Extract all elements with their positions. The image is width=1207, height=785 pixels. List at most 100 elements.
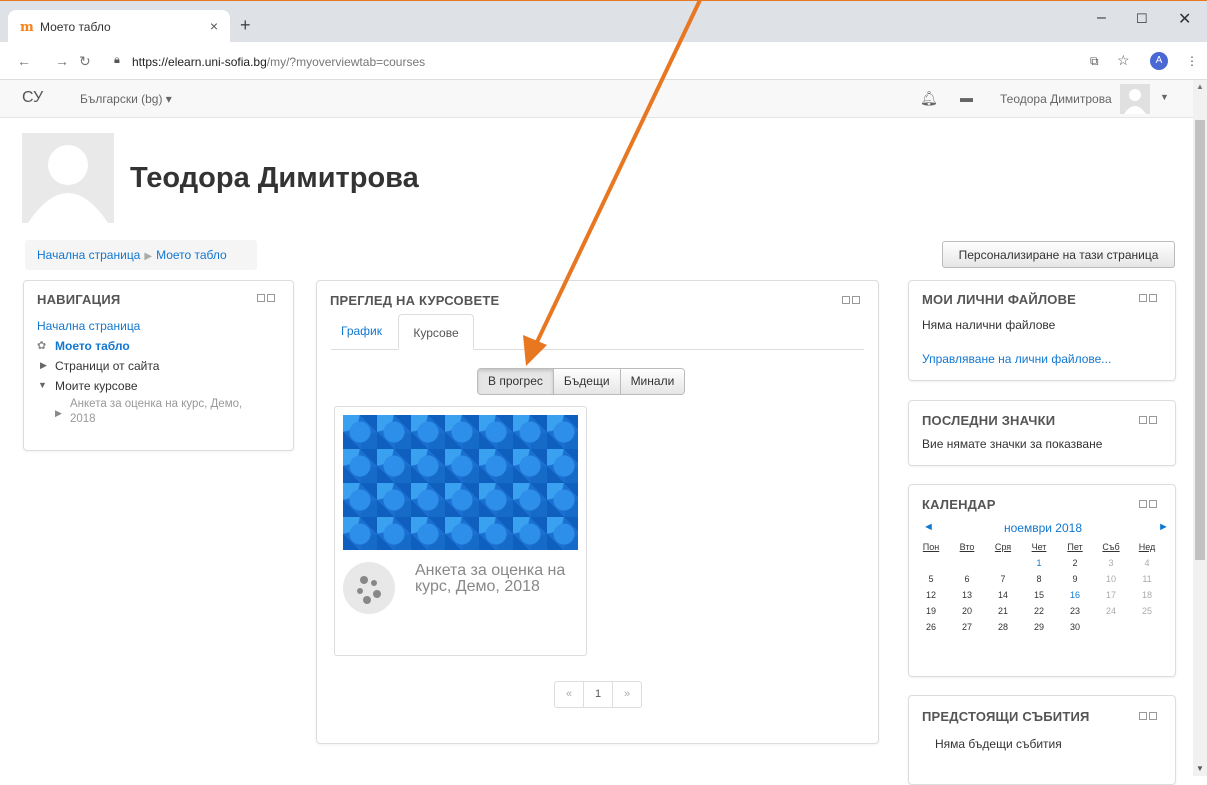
- day-cell[interactable]: 4: [1129, 555, 1165, 571]
- expand-arrow-icon[interactable]: ▶: [55, 408, 62, 419]
- scroll-down-icon[interactable]: ▼: [1196, 764, 1204, 773]
- block-controls[interactable]: [1139, 416, 1161, 426]
- dock-icon[interactable]: [852, 296, 860, 304]
- nav-course-line1[interactable]: Анкета за оценка на курс, Демо,: [70, 398, 242, 410]
- site-brand[interactable]: СУ: [22, 89, 43, 107]
- course-name[interactable]: Анкета за оценка на курс, Демо, 2018: [415, 563, 580, 595]
- calendar-month[interactable]: ноември 2018: [998, 521, 1088, 535]
- day-cell[interactable]: 23: [1057, 603, 1093, 619]
- day-cell[interactable]: 11: [1129, 571, 1165, 587]
- day-cell[interactable]: 19: [913, 603, 949, 619]
- profile-avatar[interactable]: A: [1150, 52, 1168, 70]
- filter-past[interactable]: Минали: [620, 369, 685, 394]
- nav-site-pages[interactable]: Страници от сайта: [55, 359, 159, 373]
- block-controls[interactable]: [1139, 500, 1161, 510]
- nav-my-courses[interactable]: Моите курсове: [55, 379, 138, 393]
- customize-page-button[interactable]: Персонализиране на тази страница: [942, 241, 1175, 268]
- collapse-icon[interactable]: [257, 294, 265, 302]
- collapse-icon[interactable]: [1139, 712, 1147, 720]
- language-menu[interactable]: Български (bg) ▾: [80, 92, 172, 106]
- day-cell[interactable]: 28: [985, 619, 1021, 635]
- day-cell[interactable]: 21: [985, 603, 1021, 619]
- menu-dots-icon[interactable]: ⋮: [1186, 54, 1198, 68]
- day-cell[interactable]: 5: [913, 571, 949, 587]
- day-cell-today[interactable]: 16: [1057, 587, 1093, 603]
- messages-icon[interactable]: ▬: [960, 90, 973, 105]
- tab-close-icon[interactable]: ×: [210, 18, 218, 34]
- user-menu-caret-icon[interactable]: ▼: [1160, 92, 1169, 102]
- filter-in-progress[interactable]: В прогрес: [478, 369, 554, 394]
- day-cell[interactable]: 20: [949, 603, 985, 619]
- pager-next[interactable]: »: [613, 682, 641, 707]
- minimize-button[interactable]: –: [1097, 9, 1106, 27]
- scroll-up-icon[interactable]: ▲: [1196, 82, 1204, 91]
- collapse-icon[interactable]: [1139, 500, 1147, 508]
- dock-icon[interactable]: [1149, 712, 1157, 720]
- day-cell[interactable]: 12: [913, 587, 949, 603]
- nav-dashboard-link[interactable]: Моето табло: [55, 339, 130, 353]
- expand-arrow-icon[interactable]: ▶: [40, 360, 47, 371]
- day-cell[interactable]: 17: [1093, 587, 1129, 603]
- day-cell[interactable]: 27: [949, 619, 985, 635]
- day-cell[interactable]: 24: [1093, 603, 1129, 619]
- collapse-arrow-icon[interactable]: ▼: [38, 380, 47, 390]
- browser-tab[interactable]: m Моето табло ×: [8, 10, 230, 43]
- course-image[interactable]: [343, 415, 578, 550]
- nav-home-link[interactable]: Начална страница: [37, 319, 140, 333]
- calendar-next-icon[interactable]: ►: [1158, 521, 1169, 533]
- user-menu-name[interactable]: Теодора Димитрова: [1000, 92, 1112, 106]
- calendar-prev-icon[interactable]: ◄: [923, 521, 934, 533]
- pager-page-1[interactable]: 1: [584, 682, 613, 707]
- dock-icon[interactable]: [1149, 416, 1157, 424]
- day-cell[interactable]: 10: [1093, 571, 1129, 587]
- close-window-button[interactable]: ✕: [1178, 9, 1191, 29]
- tab-timeline[interactable]: График: [331, 324, 392, 338]
- reload-icon[interactable]: ↻: [79, 53, 91, 70]
- forward-icon[interactable]: →: [55, 53, 69, 69]
- translate-icon[interactable]: ⧉: [1090, 54, 1099, 69]
- breadcrumb-home[interactable]: Начална страница: [37, 248, 140, 262]
- day-cell[interactable]: 7: [985, 571, 1021, 587]
- collapse-icon[interactable]: [1139, 416, 1147, 424]
- day-cell[interactable]: 18: [1129, 587, 1165, 603]
- page-scrollbar[interactable]: ▲ ▼: [1193, 80, 1207, 776]
- back-icon[interactable]: ←: [17, 53, 31, 69]
- tab-courses[interactable]: Курсове: [398, 314, 474, 350]
- course-card[interactable]: Анкета за оценка на курс, Демо, 2018: [334, 406, 587, 656]
- filter-future[interactable]: Бъдещи: [553, 369, 621, 394]
- block-controls[interactable]: [257, 294, 279, 304]
- collapse-icon[interactable]: [842, 296, 850, 304]
- pager-prev[interactable]: «: [555, 682, 584, 707]
- day-cell[interactable]: 15: [1021, 587, 1057, 603]
- day-cell[interactable]: 8: [1021, 571, 1057, 587]
- day-cell[interactable]: 3: [1093, 555, 1129, 571]
- day-cell[interactable]: 9: [1057, 571, 1093, 587]
- user-avatar[interactable]: [1120, 84, 1150, 114]
- dock-icon[interactable]: [1149, 500, 1157, 508]
- collapse-icon[interactable]: [1139, 294, 1147, 302]
- dock-icon[interactable]: [1149, 294, 1157, 302]
- url-field[interactable]: 🔒︎ https://elearn.uni-sofia.bg/my/?myove…: [104, 48, 1154, 76]
- bookmark-star-icon[interactable]: ☆: [1117, 52, 1130, 69]
- day-cell[interactable]: 26: [913, 619, 949, 635]
- block-controls[interactable]: [1139, 294, 1161, 304]
- breadcrumb-dashboard[interactable]: Моето табло: [156, 248, 227, 262]
- nav-course-line2[interactable]: 2018: [70, 413, 96, 425]
- day-cell[interactable]: 30: [1057, 619, 1093, 635]
- day-cell[interactable]: 22: [1021, 603, 1057, 619]
- manage-files-link[interactable]: Управляване на лични файлове...: [922, 352, 1111, 366]
- day-cell[interactable]: 13: [949, 587, 985, 603]
- day-cell[interactable]: 1: [1021, 555, 1057, 571]
- maximize-button[interactable]: ☐: [1136, 11, 1148, 27]
- day-cell[interactable]: 6: [949, 571, 985, 587]
- day-cell[interactable]: 25: [1129, 603, 1165, 619]
- new-tab-button[interactable]: +: [240, 15, 251, 36]
- day-cell[interactable]: 2: [1057, 555, 1093, 571]
- scrollbar-thumb[interactable]: [1195, 120, 1205, 560]
- block-controls[interactable]: [842, 296, 864, 306]
- day-cell[interactable]: 14: [985, 587, 1021, 603]
- day-cell[interactable]: 29: [1021, 619, 1057, 635]
- block-controls[interactable]: [1139, 712, 1161, 722]
- dock-icon[interactable]: [267, 294, 275, 302]
- notifications-bell-icon[interactable]: 🔔︎: [920, 90, 938, 107]
